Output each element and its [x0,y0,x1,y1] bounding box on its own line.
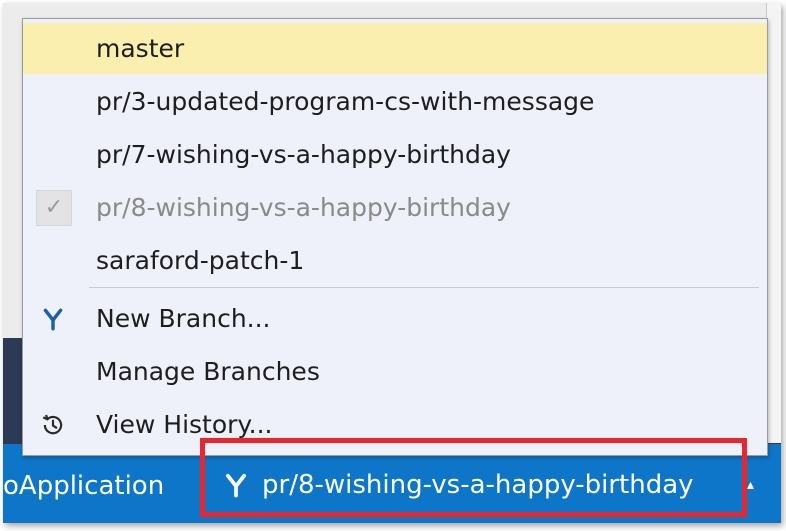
branch-item-pr-8[interactable]: ✓ pr/8-wishing-vs-a-happy-birthday [23,182,767,233]
view-history-item[interactable]: View History... [23,399,767,450]
history-icon [36,408,70,442]
branch-item-pr-7[interactable]: pr/7-wishing-vs-a-happy-birthday [23,129,767,180]
caret-up-icon: ▴ [746,476,754,493]
action-label: New Branch... [96,304,271,333]
branch-label: pr/8-wishing-vs-a-happy-birthday [96,193,511,222]
branch-label: master [96,34,185,63]
menu-separator [89,287,759,288]
action-label: View History... [96,410,273,439]
check-icon: ✓ [36,189,72,226]
branch-icon [36,302,70,336]
new-branch-item[interactable]: New Branch... [23,293,767,344]
status-project-name[interactable]: oApplication [3,471,164,501]
branch-item-master[interactable]: master [23,23,767,74]
branch-icon [225,473,247,497]
branch-label: saraford-patch-1 [96,246,305,275]
branch-item-pr-3[interactable]: pr/3-updated-program-cs-with-message [23,76,767,127]
branch-item-saraford-patch-1[interactable]: saraford-patch-1 [23,235,767,286]
current-branch-label: pr/8-wishing-vs-a-happy-birthday [262,469,694,500]
action-label: Manage Branches [96,357,320,386]
scrollbar[interactable] [766,3,781,443]
manage-branches-item[interactable]: Manage Branches [23,346,767,397]
branch-selector-button[interactable]: pr/8-wishing-vs-a-happy-birthday ▴ [208,457,754,512]
branch-label: pr/7-wishing-vs-a-happy-birthday [96,140,511,169]
branch-menu: master pr/3-updated-program-cs-with-mess… [22,18,768,456]
branch-label: pr/3-updated-program-cs-with-message [96,87,595,116]
